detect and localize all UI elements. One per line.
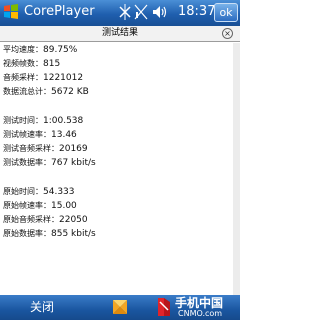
- stat-value: 54.333: [43, 187, 75, 197]
- stat-value: 1:00.538: [43, 116, 84, 126]
- stat-value: 5672 KB: [51, 87, 89, 97]
- stat-row: 测试时间：1:00.538: [3, 115, 83, 127]
- dialog-title: 测试结果: [101, 28, 138, 38]
- stat-value: 89.75%: [43, 45, 78, 55]
- stat-row: 视频帧数：815: [3, 58, 60, 70]
- stat-row: 原始时间：54.333: [3, 186, 75, 198]
- ok-button[interactable]: ok: [214, 3, 238, 22]
- stat-value: 815: [43, 59, 61, 69]
- watermark-subtitle: CNMO.com: [178, 309, 223, 318]
- app-title: CorePlayer: [24, 4, 95, 19]
- stat-value: 767 kbit/s: [51, 158, 96, 168]
- stat-value: 15.00: [51, 201, 77, 211]
- stat-row: 测试数据率：767 kbit/s: [3, 157, 96, 169]
- stat-row: 数据流总计：5672 KB: [3, 86, 89, 98]
- stat-row: 测试帧速率：13.46: [3, 129, 77, 141]
- close-softkey-button[interactable]: 关闭: [30, 299, 54, 315]
- stat-row: 音频采样：1221012: [3, 72, 83, 84]
- stat-value: 855 kbit/s: [51, 229, 96, 239]
- stat-label: 音频采样：: [3, 73, 43, 82]
- title-bar: CorePlayer 18:37 ok: [0, 0, 240, 26]
- stat-row: 原始数据率：855 kbit/s: [3, 228, 96, 240]
- windows-start-icon[interactable]: [2, 2, 20, 22]
- stat-label: 原始数据率：: [3, 229, 51, 238]
- stat-label: 测试时间：: [3, 116, 43, 125]
- dialog-header: 测试结果 ×: [0, 26, 240, 42]
- cnmo-logo-icon: [158, 298, 170, 316]
- scrollbar[interactable]: [233, 43, 240, 295]
- stat-label: 原始时间：: [3, 187, 43, 196]
- watermark-title: 手机中国: [175, 296, 224, 310]
- stat-label: 测试音频采样：: [3, 144, 59, 153]
- stat-row: 平均速度：89.75%: [3, 44, 77, 56]
- stat-label: 原始音频采样：: [3, 215, 59, 224]
- volume-icon[interactable]: [151, 2, 167, 22]
- coreplayer-logo-icon[interactable]: [110, 297, 130, 317]
- connectivity-icon[interactable]: [118, 2, 132, 22]
- stat-row: 原始帧速率：15.00: [3, 200, 77, 212]
- stat-value: 13.46: [51, 130, 77, 140]
- stat-label: 平均速度：: [3, 45, 43, 54]
- stat-row: 测试音频采样：20169: [3, 143, 88, 155]
- bottom-bar: 关闭 手机中国 CNMO.com: [0, 295, 240, 320]
- stat-label: 视频帧数：: [3, 59, 43, 68]
- stat-label: 测试帧速率：: [3, 130, 51, 139]
- stat-label: 原始帧速率：: [3, 201, 51, 210]
- clock[interactable]: 18:37: [178, 4, 215, 20]
- stat-label: 数据流总计：: [3, 87, 51, 96]
- stat-label: 测试数据率：: [3, 158, 51, 167]
- stat-value: 22050: [59, 215, 88, 225]
- signal-icon[interactable]: [134, 2, 148, 22]
- stat-row: 原始音频采样：22050: [3, 214, 88, 226]
- stat-value: 1221012: [43, 73, 84, 83]
- close-icon[interactable]: ×: [222, 28, 233, 39]
- stat-value: 20169: [59, 144, 88, 154]
